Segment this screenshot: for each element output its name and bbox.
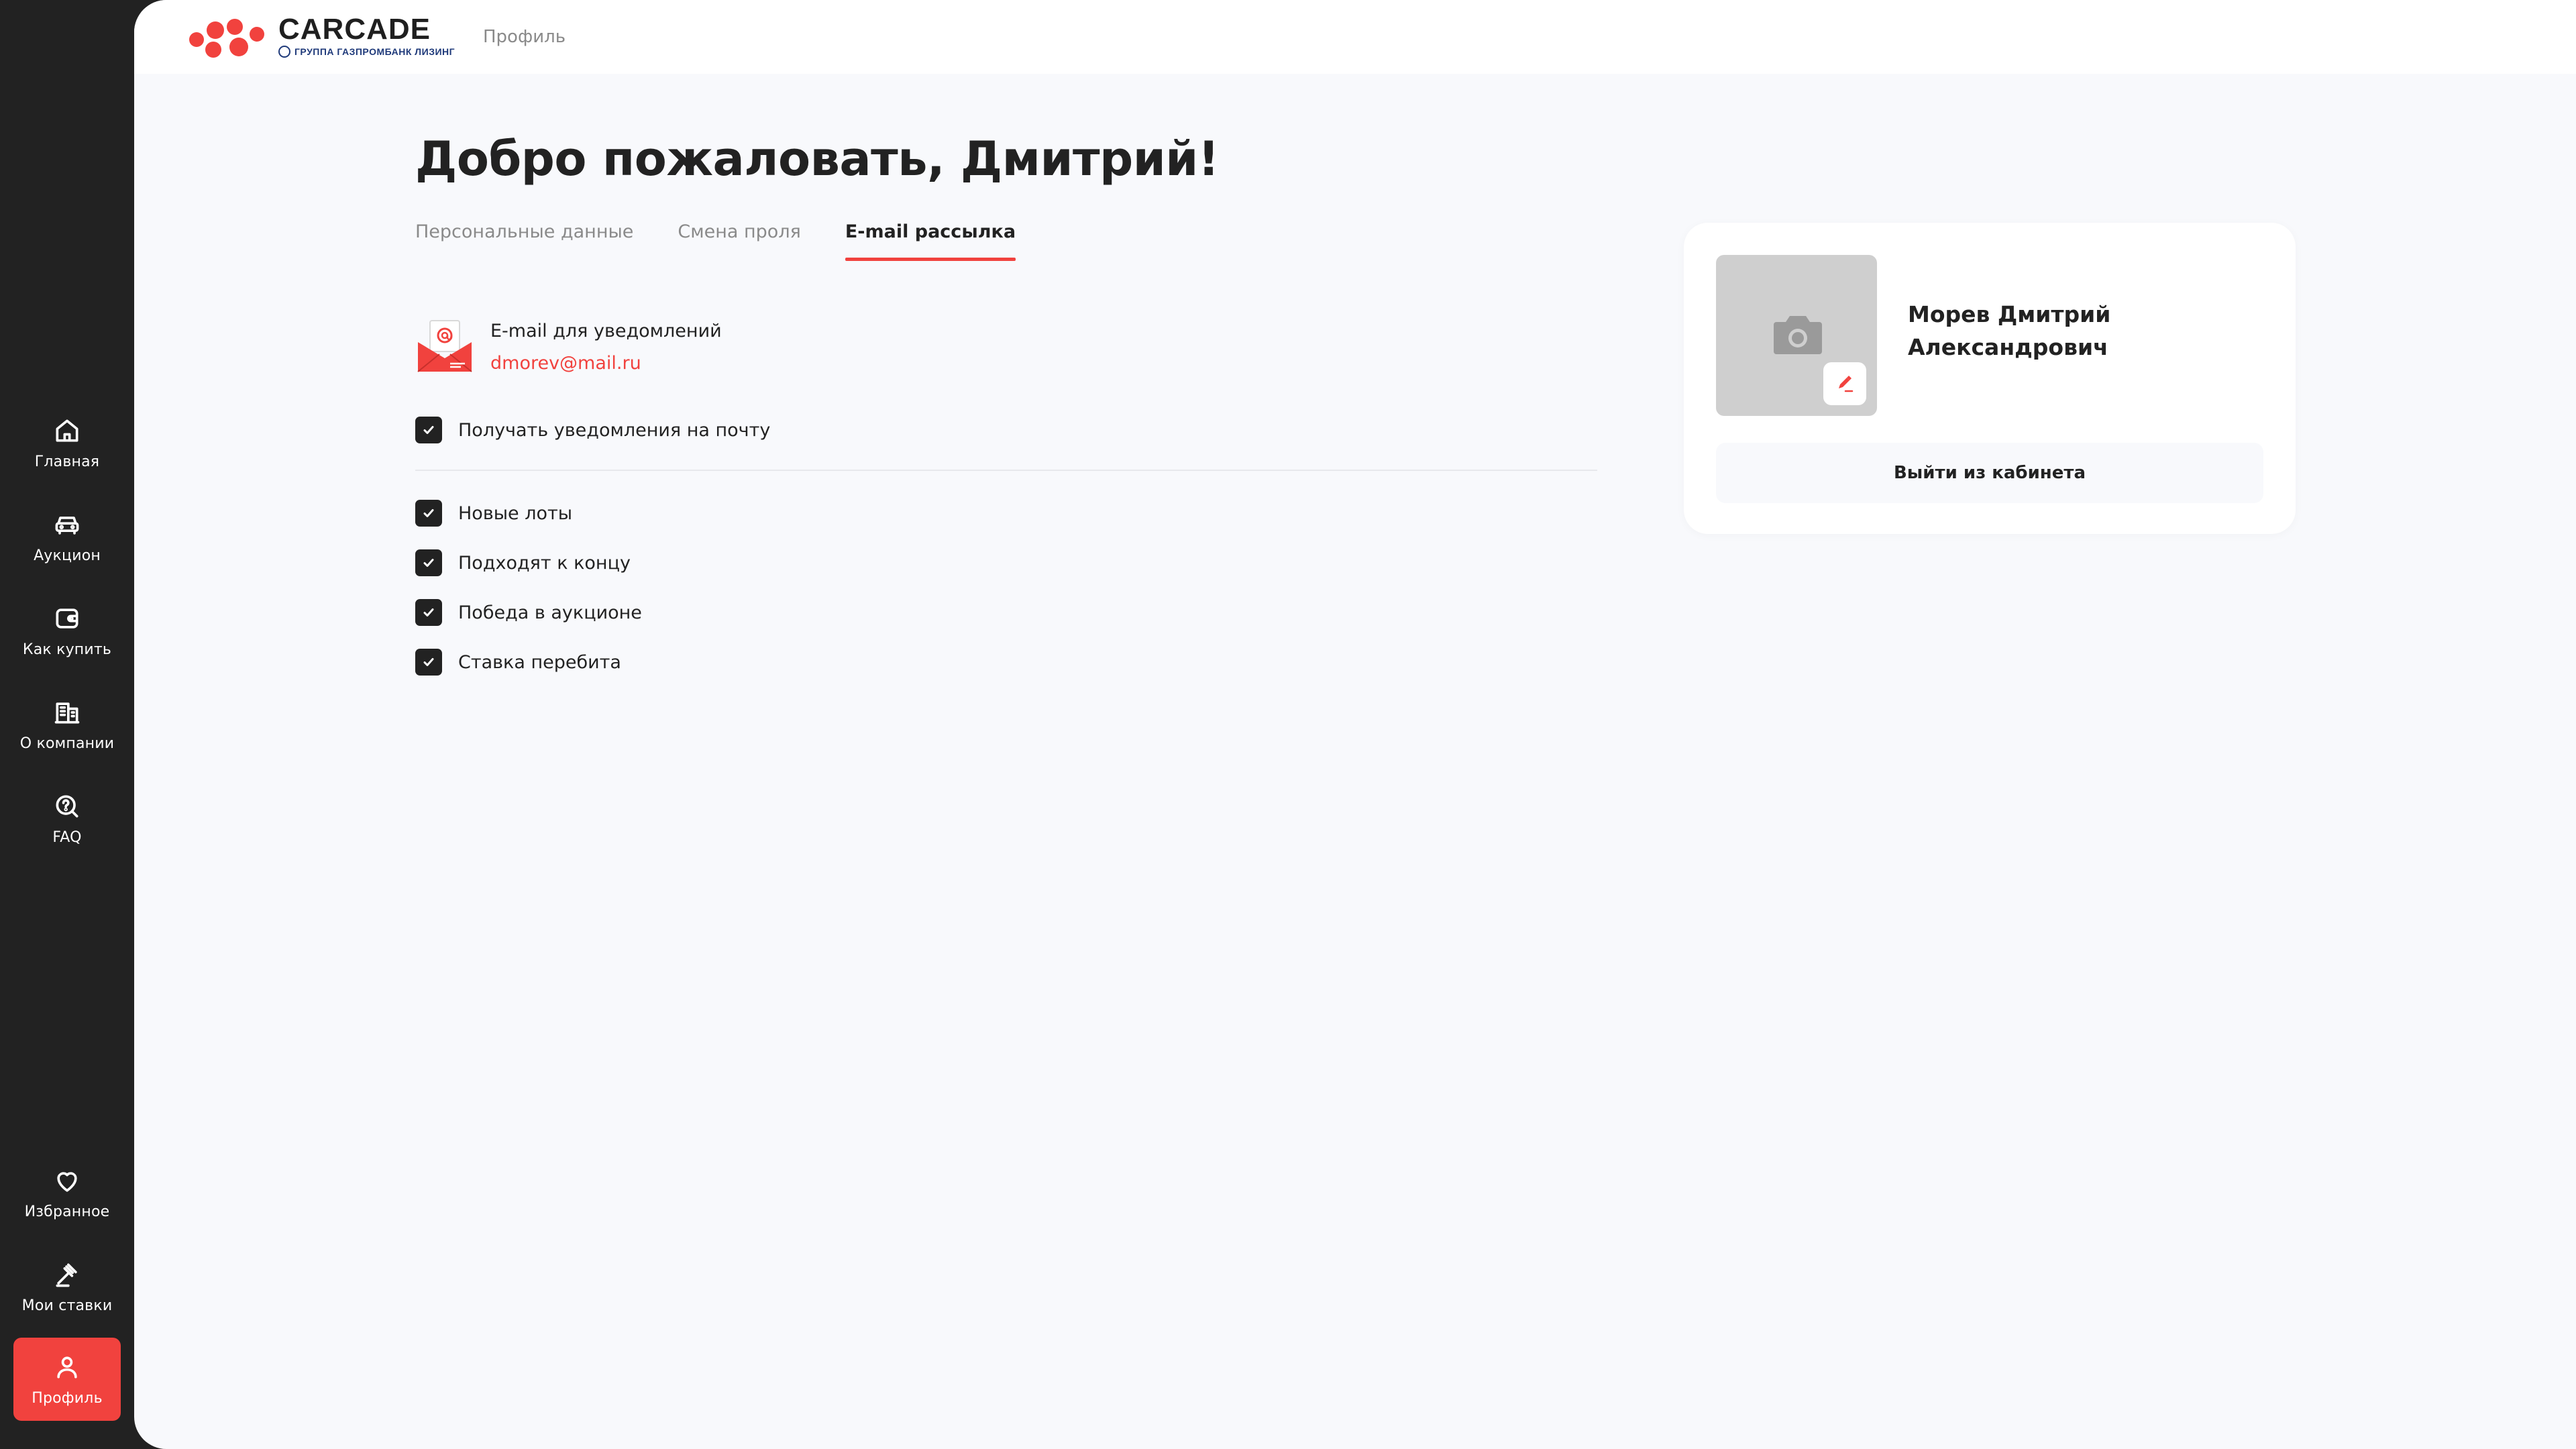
checkbox-auction-win[interactable]: Победа в аукционе: [415, 598, 642, 627]
divider: [415, 470, 1597, 471]
tab-change-password[interactable]: Смена проля: [678, 221, 800, 262]
top-bar: CARCADE ГРУППА ГАЗПРОМБАНК ЛИЗИНГ Профил…: [134, 0, 2576, 74]
sidebar-item-label: FAQ: [52, 828, 82, 846]
main-content: CARCADE ГРУППА ГАЗПРОМБАНК ЛИЗИНГ Профил…: [134, 0, 2576, 1449]
checkbox-ending-soon[interactable]: Подходят к концу: [415, 549, 631, 577]
logo-dot: [189, 32, 204, 47]
building-icon: [54, 702, 80, 723]
logo-dot: [205, 42, 221, 58]
checkbox[interactable]: [415, 649, 442, 676]
sidebar-item-home[interactable]: Главная: [13, 401, 121, 484]
email-title: E-mail для уведомлений: [490, 321, 722, 341]
email-envelope-icon: [417, 320, 472, 372]
checkmark-icon: [423, 426, 434, 434]
checkbox[interactable]: [415, 500, 442, 527]
logo-dot: [250, 27, 264, 42]
checkbox-new-lots[interactable]: Новые лоты: [415, 499, 572, 527]
edit-avatar-button[interactable]: [1823, 362, 1866, 405]
home-icon: [56, 419, 78, 441]
profile-card: Морев Дмитрий Александрович Выйти из каб…: [1684, 223, 2296, 534]
checkbox[interactable]: [415, 599, 442, 626]
carcade-logo[interactable]: CARCADE ГРУППА ГАЗПРОМБАНК ЛИЗИНГ: [188, 15, 456, 62]
gazprombank-icon: [278, 46, 290, 58]
checkbox[interactable]: [415, 417, 442, 443]
user-icon: [57, 1356, 77, 1378]
tab-email-newsletter[interactable]: E-mail рассылка: [845, 221, 1016, 262]
wallet-icon: [56, 608, 78, 629]
logo-subtitle-text: ГРУППА ГАЗПРОМБАНК ЛИЗИНГ: [294, 46, 455, 57]
sidebar-item-about[interactable]: О компании: [13, 683, 121, 766]
checkmark-icon: [423, 509, 434, 517]
checkbox-label: Новые лоты: [458, 502, 573, 524]
checkbox-label: Подходят к концу: [458, 552, 631, 574]
profile-name: Морев Дмитрий Александрович: [1908, 301, 2111, 360]
sidebar-item-label: О компании: [19, 735, 115, 752]
heart-icon: [57, 1171, 77, 1191]
profile-tabs: Персональные данные Смена проля E-mail р…: [415, 221, 1060, 268]
sidebar-item-label: Мои ставки: [21, 1297, 113, 1314]
checkmark-icon: [423, 559, 434, 567]
car-icon: [55, 516, 79, 535]
checkbox-label: Победа в аукционе: [458, 602, 642, 623]
checkbox[interactable]: [415, 549, 442, 576]
checkbox-label: Получать уведомления на почту: [458, 419, 771, 441]
email-address[interactable]: dmorev@mail.ru: [490, 353, 641, 374]
camera-icon: [1774, 316, 1822, 354]
logout-button[interactable]: Выйти из кабинета: [1716, 443, 2263, 503]
gavel-icon: [56, 1263, 77, 1287]
sidebar-item-label: Избранное: [24, 1203, 110, 1220]
checkmark-icon: [423, 608, 434, 616]
sidebar-item-label: Как купить: [22, 641, 112, 658]
checkbox-bid-outbid[interactable]: Ставка перебита: [415, 648, 621, 676]
checkbox-label: Ставка перебита: [458, 651, 621, 673]
logo-dot: [229, 38, 248, 56]
sidebar-item-auction[interactable]: Аукцион: [13, 495, 121, 578]
logo-dot: [207, 21, 224, 39]
logo-wordmark: CARCADE: [278, 13, 431, 46]
question-chat-icon: [56, 795, 78, 817]
avatar[interactable]: [1716, 255, 1877, 416]
sidebar-item-label: Главная: [34, 453, 100, 470]
logo-dot: [227, 19, 243, 35]
sidebar-item-favorites[interactable]: Избранное: [13, 1151, 121, 1234]
notification-email: E-mail для уведомлений dmorev@mail.ru: [415, 317, 1019, 377]
pencil-icon: [1839, 376, 1854, 392]
breadcrumb[interactable]: Профиль: [483, 27, 566, 47]
checkmark-icon: [423, 658, 434, 666]
checkbox-receive-notifications[interactable]: Получать уведомления на почту: [415, 416, 770, 444]
logo-subtitle: ГРУППА ГАЗПРОМБАНК ЛИЗИНГ: [278, 44, 455, 59]
sidebar-item-faq[interactable]: FAQ: [13, 777, 121, 860]
sidebar-item-label: Профиль: [32, 1389, 103, 1407]
tab-personal-data[interactable]: Персональные данные: [415, 221, 633, 262]
sidebar-item-profile[interactable]: Профиль: [13, 1338, 121, 1421]
sidebar-item-label: Аукцион: [34, 547, 101, 564]
page-title: Добро пожаловать, Дмитрий!: [415, 131, 1220, 186]
sidebar: Главная Аукцион Как купить О компании FA…: [0, 0, 134, 1449]
sidebar-item-my-bids[interactable]: Мои ставки: [13, 1245, 121, 1328]
sidebar-item-how-to-buy[interactable]: Как купить: [13, 589, 121, 672]
